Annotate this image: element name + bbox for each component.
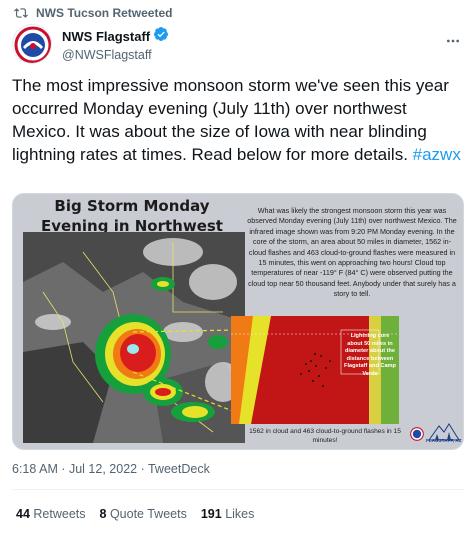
tweet-stats: 44 Retweets 8 Quote Tweets 191 Likes	[16, 507, 254, 521]
verified-badge-icon	[153, 26, 169, 47]
avatar[interactable]	[12, 24, 52, 64]
display-name[interactable]: NWS Flagstaff	[62, 29, 150, 44]
timestamp-separator-2: ·	[137, 462, 148, 476]
tweet-date[interactable]: Jul 12, 2022	[69, 462, 137, 476]
tweet-text: The most impressive monsoon storm we've …	[12, 74, 464, 166]
zoom-annotation: Lightning core about 50 miles in diamete…	[344, 333, 396, 377]
retweet-icon	[14, 8, 28, 18]
quote-tweets-stat[interactable]: 8 Quote Tweets	[100, 507, 187, 521]
nws-seal-icon	[410, 427, 424, 441]
quote-count: 8	[99, 507, 107, 521]
author-handle[interactable]: @NWSFlagstaff	[62, 48, 169, 62]
satellite-infrared-image	[23, 232, 245, 443]
divider	[12, 489, 464, 490]
tweet-author[interactable]: NWS Flagstaff @NWSFlagstaff	[12, 24, 169, 64]
tweet-timestamp[interactable]: 6:18 AM · Jul 12, 2022 · TweetDeck	[12, 462, 210, 476]
retweets-stat[interactable]: 44 Retweets	[16, 507, 86, 521]
like-label: Likes	[225, 507, 255, 521]
retweet-context[interactable]: NWS Tucson Retweeted	[14, 5, 172, 21]
media-brand: FLAGSTAFF, AZ	[426, 438, 462, 443]
nws-logo-icon	[14, 26, 51, 63]
more-horizontal-icon	[447, 39, 459, 43]
tweet-time[interactable]: 6:18 AM	[12, 462, 58, 476]
like-count: 191	[200, 507, 222, 521]
tweet-body: The most impressive monsoon storm we've …	[12, 76, 449, 164]
tweet-source[interactable]: TweetDeck	[148, 462, 210, 476]
tweet-media-image[interactable]: Big Storm Monday Evening in Northwest Me…	[12, 193, 464, 450]
more-options-button[interactable]	[442, 30, 464, 52]
zoom-caption: 1562 in cloud and 463 cloud-to-ground fl…	[249, 428, 401, 444]
retweet-count: 44	[16, 507, 30, 521]
retweet-label: NWS Tucson Retweeted	[36, 6, 173, 20]
likes-stat[interactable]: 191 Likes	[201, 507, 255, 521]
retweet-label: Retweets	[33, 507, 86, 521]
quote-label: Quote Tweets	[109, 507, 187, 521]
timestamp-separator: ·	[57, 462, 69, 476]
hashtag-link[interactable]: #azwx	[413, 145, 461, 164]
media-description: What was likely the strongest monsoon st…	[247, 206, 457, 299]
